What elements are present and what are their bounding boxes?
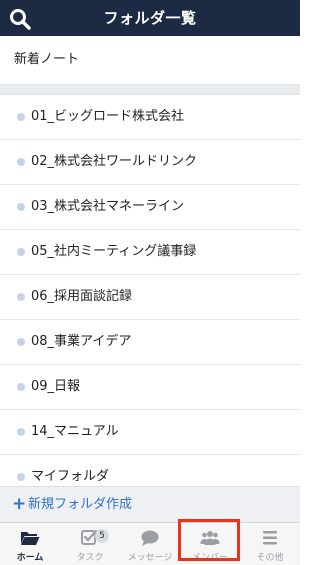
folder-item[interactable]: 03_株式会社マネーライン (0, 185, 300, 230)
tab-home-label: ホーム (16, 553, 44, 563)
folder-label: 05_社内ミーティング議事録 (31, 244, 197, 259)
tab-members[interactable]: メンバー (180, 523, 240, 565)
folder-bullet-icon (17, 248, 25, 256)
task-count-badge: 5 (95, 529, 109, 543)
recent-notes-row[interactable]: 新着ノート (0, 36, 300, 85)
plus-icon: + (12, 494, 27, 514)
folder-item[interactable]: マイフォルダ (0, 455, 300, 486)
folder-label: 01_ビッグロード株式会社 (31, 109, 185, 124)
folder-item[interactable]: 01_ビッグロード株式会社 (0, 95, 300, 140)
folder-list[interactable]: 01_ビッグロード株式会社 02_株式会社ワールドリンク 03_株式会社マネーラ… (0, 95, 300, 486)
folder-bullet-icon (17, 383, 25, 391)
folder-label: 09_日報 (31, 379, 81, 394)
new-folder-button[interactable]: + 新規フォルダ作成 (0, 486, 300, 523)
recent-notes-label: 新着ノート (14, 52, 80, 67)
tab-tasks-label: タスク (76, 553, 104, 563)
folder-label: マイフォルダ (31, 469, 110, 484)
folder-item[interactable]: 02_株式会社ワールドリンク (0, 140, 300, 185)
tab-messages-label: メッセージ (127, 553, 173, 563)
tab-more-label: その他 (256, 553, 284, 563)
members-icon (200, 531, 220, 545)
folder-bullet-icon (17, 113, 25, 121)
tab-tasks[interactable]: 5 タスク (60, 523, 120, 565)
tab-bar: ホーム 5 タスク メッセージ メンバー その他 (0, 522, 300, 565)
tab-members-label: メンバー (191, 553, 228, 563)
menu-icon (263, 531, 277, 545)
folder-label: 06_採用面談記録 (31, 289, 133, 304)
folder-bullet-icon (17, 428, 25, 436)
folder-bullet-icon (17, 338, 25, 346)
app-header: フォルダ一覧 (0, 0, 300, 36)
folder-label: 08_事業アイデア (31, 334, 132, 349)
folder-label: 14_マニュアル (31, 424, 119, 439)
folder-item[interactable]: 08_事業アイデア (0, 320, 300, 365)
tab-home[interactable]: ホーム (0, 523, 60, 565)
tab-more[interactable]: その他 (240, 523, 300, 565)
page-title: フォルダ一覧 (103, 9, 197, 27)
section-divider (0, 85, 300, 95)
tab-messages[interactable]: メッセージ (120, 523, 180, 565)
new-folder-label: 新規フォルダ作成 (28, 497, 133, 512)
folder-bullet-icon (17, 158, 25, 166)
folder-label: 02_株式会社ワールドリンク (31, 154, 198, 169)
folder-bullet-icon (17, 203, 25, 211)
folder-item[interactable]: 09_日報 (0, 365, 300, 410)
folder-item[interactable]: 05_社内ミーティング議事録 (0, 230, 300, 275)
folder-bullet-icon (17, 293, 25, 301)
folder-item[interactable]: 14_マニュアル (0, 410, 300, 455)
chat-bubble-icon (141, 530, 159, 546)
folder-label: 03_株式会社マネーライン (31, 199, 185, 214)
folder-bullet-icon (17, 473, 25, 481)
folder-item[interactable]: 06_採用面談記録 (0, 275, 300, 320)
folder-open-icon (21, 532, 40, 545)
